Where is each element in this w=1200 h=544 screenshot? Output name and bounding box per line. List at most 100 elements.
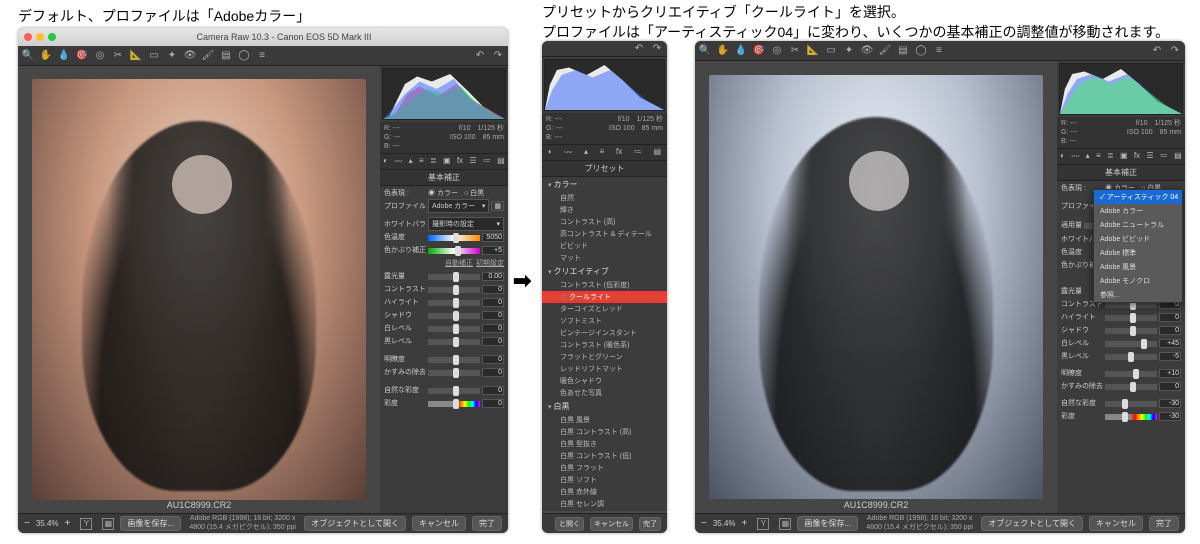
highlight-value[interactable]: 0: [482, 298, 504, 307]
preset-item[interactable]: 白黒 赤外線: [542, 486, 667, 498]
black-slider[interactable]: [1105, 354, 1157, 360]
grad-filter-icon[interactable]: ▤: [220, 50, 232, 62]
exposure-value[interactable]: 0.00: [482, 272, 504, 281]
tab-curve-icon[interactable]: 〰: [394, 156, 402, 167]
clarity-value[interactable]: 0: [482, 355, 504, 364]
rotate-ccw-icon[interactable]: ↶: [1151, 45, 1163, 57]
file-info[interactable]: Adobe RGB (1998); 16 bit; 3200 x 4800 (1…: [864, 515, 975, 532]
clarity-slider[interactable]: [1105, 371, 1157, 377]
prefs-icon[interactable]: ≡: [933, 45, 945, 57]
white-value[interactable]: +45: [1159, 339, 1181, 348]
preset-item[interactable]: 暖色シャドウ: [542, 375, 667, 387]
rotate-cw-icon[interactable]: ↷: [1169, 45, 1181, 57]
spot-tool-icon[interactable]: ✦: [166, 50, 178, 62]
tab-detail-icon[interactable]: ▴: [1086, 151, 1090, 162]
rotate-ccw-icon[interactable]: ↶: [633, 43, 645, 55]
tab-detail-icon[interactable]: ▴: [584, 147, 588, 158]
shadow-slider[interactable]: [428, 313, 480, 319]
preset-item[interactable]: 白黒 型抜き: [542, 438, 667, 450]
transform-tool-icon[interactable]: ▭: [148, 50, 160, 62]
tab-hsl-icon[interactable]: ≡: [600, 147, 605, 158]
adjust-brush-icon[interactable]: 🖌: [879, 45, 891, 57]
temp-value[interactable]: 5050: [482, 233, 504, 242]
adjust-brush-icon[interactable]: 🖌: [202, 50, 214, 62]
tab-basic-icon[interactable]: ◐: [548, 147, 553, 158]
color-radio[interactable]: ◉ カラー: [428, 188, 458, 198]
preset-item[interactable]: コントラスト (暖色系): [542, 339, 667, 351]
preset-item[interactable]: 輝き: [542, 204, 667, 216]
preset-item[interactable]: コントラスト (低彩度): [542, 279, 667, 291]
white-slider[interactable]: [1105, 341, 1157, 347]
crop-tool-icon[interactable]: ✂: [789, 45, 801, 57]
black-value[interactable]: -5: [1159, 352, 1181, 361]
preset-item[interactable]: コントラスト (高): [542, 216, 667, 228]
profile-menu-item[interactable]: Adobe ビビッド: [1094, 232, 1182, 246]
close-icon[interactable]: [24, 33, 32, 41]
crop-tool-icon[interactable]: ✂: [112, 50, 124, 62]
profile-menu-item[interactable]: Adobe ニュートラル: [1094, 218, 1182, 232]
preset-item[interactable]: 自然: [542, 192, 667, 204]
preset-item[interactable]: ソフトミスト: [542, 315, 667, 327]
saturation-slider[interactable]: [1105, 414, 1157, 420]
profile-menu-item[interactable]: アーティスティック 04: [1094, 190, 1182, 204]
preview-area[interactable]: AU1C8999.CR2: [695, 61, 1057, 513]
zoom-out-icon[interactable]: −: [701, 518, 707, 529]
redeye-tool-icon[interactable]: 👁: [861, 45, 873, 57]
traffic-lights[interactable]: [24, 33, 56, 41]
tab-fx-icon[interactable]: fx: [1134, 151, 1140, 162]
panel-tabs[interactable]: ◐ 〰 ▴ ≡ fx ≔ ▤: [542, 145, 667, 161]
cancel-button[interactable]: キャンセル: [590, 517, 633, 531]
saturation-value[interactable]: -30: [1159, 412, 1181, 421]
grad-filter-icon[interactable]: ▤: [897, 45, 909, 57]
file-info[interactable]: Adobe RGB (1998); 16 bit; 3200 x 4800 (1…: [187, 515, 298, 532]
tab-preset-icon[interactable]: ≔: [483, 156, 491, 167]
shadow-value[interactable]: 0: [1159, 326, 1181, 335]
open-object-button[interactable]: と開く: [555, 517, 584, 531]
zoom-tool-icon[interactable]: 🔍: [22, 50, 34, 62]
highlight-slider[interactable]: [428, 300, 480, 306]
profile-menu-item[interactable]: Adobe モノクロ: [1094, 274, 1182, 288]
rotate-cw-icon[interactable]: ↷: [651, 43, 663, 55]
panel-tabs[interactable]: ◐ 〰 ▴ ≡ ≣ ▣ fx ☰ ≔ ▤: [380, 154, 508, 170]
vibrance-slider[interactable]: [1105, 401, 1157, 407]
panel-tabs[interactable]: ◐ 〰 ▴ ≡ ≣ ▣ fx ☰ ≔ ▤: [1057, 149, 1185, 165]
tab-lens-icon[interactable]: ▣: [443, 156, 451, 167]
default-button[interactable]: 初期設定: [476, 258, 504, 268]
preview-area[interactable]: AU1C8999.CR2: [18, 66, 380, 513]
tab-basic-icon[interactable]: ◐: [383, 156, 388, 167]
vibrance-value[interactable]: -30: [1159, 399, 1181, 408]
minimize-icon[interactable]: [36, 33, 44, 41]
sampler-tool-icon[interactable]: 🎯: [76, 50, 88, 62]
preset-item[interactable]: 高コントラスト & ディテール: [542, 228, 667, 240]
tab-detail-icon[interactable]: ▴: [409, 156, 413, 167]
histogram[interactable]: [382, 68, 506, 120]
toggle-y[interactable]: Y: [757, 518, 769, 530]
saturation-value[interactable]: 0: [482, 399, 504, 408]
toggle-preview-icon[interactable]: ▦: [102, 518, 114, 530]
tab-split-icon[interactable]: ≣: [1107, 151, 1114, 162]
preset-item[interactable]: マット: [542, 252, 667, 264]
highlight-slider[interactable]: [1105, 315, 1157, 321]
preset-item[interactable]: 白黒 セピア調: [542, 510, 667, 511]
wb-tool-icon[interactable]: 💧: [735, 45, 747, 57]
highlight-value[interactable]: 0: [1159, 313, 1181, 322]
zoom-in-icon[interactable]: +: [65, 518, 71, 529]
redeye-tool-icon[interactable]: 👁: [184, 50, 196, 62]
wb-tool-icon[interactable]: 💧: [58, 50, 70, 62]
radial-filter-icon[interactable]: ◯: [915, 45, 927, 57]
preset-group[interactable]: クリエイティブ: [542, 264, 667, 279]
transform-tool-icon[interactable]: ▭: [825, 45, 837, 57]
preset-item[interactable]: レッドリフトマット: [542, 363, 667, 375]
preset-item[interactable]: 色あせた写真: [542, 387, 667, 399]
radial-filter-icon[interactable]: ◯: [238, 50, 250, 62]
hand-tool-icon[interactable]: ✋: [717, 45, 729, 57]
preset-list[interactable]: カラー自然輝きコントラスト (高)高コントラスト & ディテールビビッドマットク…: [542, 177, 667, 511]
vibrance-value[interactable]: 0: [482, 386, 504, 395]
zoom-level[interactable]: 35.4%: [36, 519, 59, 528]
save-image-button[interactable]: 画像を保存...: [120, 516, 181, 531]
shadow-value[interactable]: 0: [482, 311, 504, 320]
cancel-button[interactable]: キャンセル: [412, 516, 466, 531]
tab-basic-icon[interactable]: ◐: [1060, 151, 1065, 162]
open-object-button[interactable]: オブジェクトとして開く: [304, 516, 406, 531]
temp-slider[interactable]: [428, 235, 480, 241]
